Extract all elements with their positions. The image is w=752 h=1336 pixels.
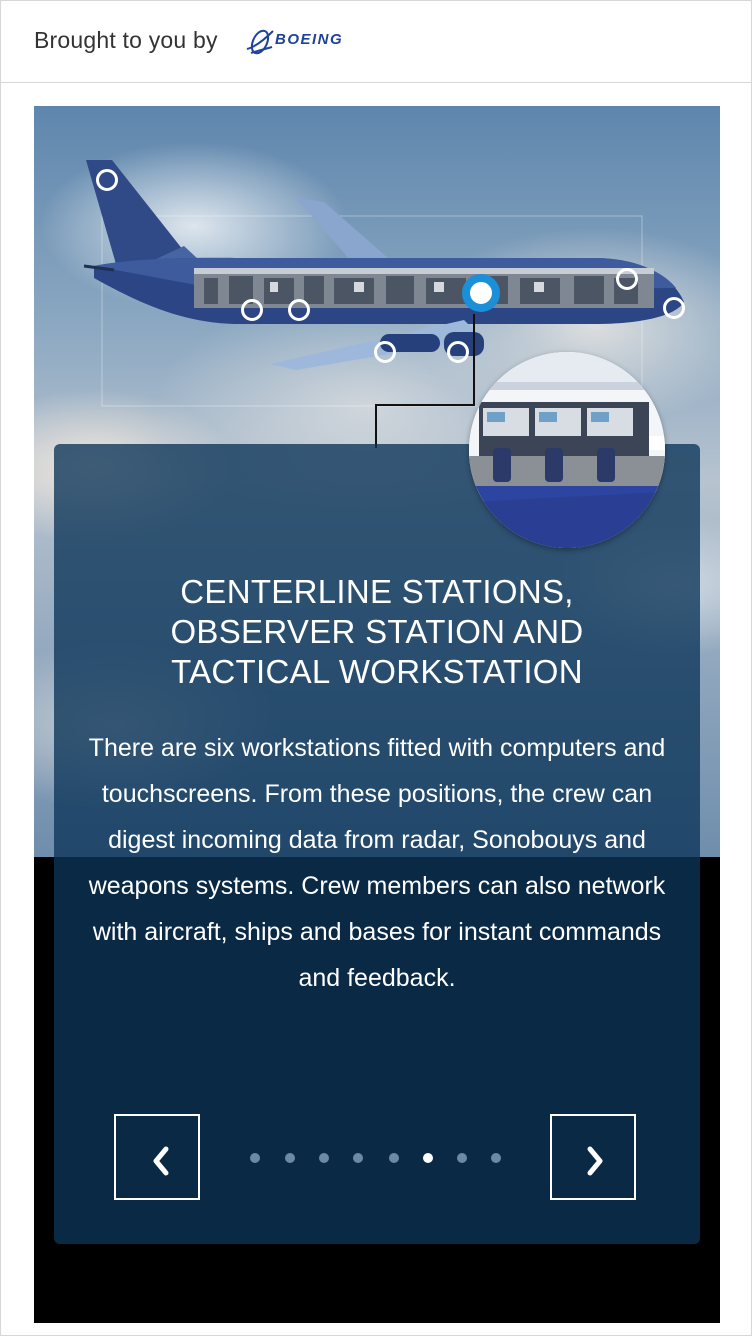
page-frame: Brought to you by BOEING CENTERLINE STAT… <box>0 0 752 1336</box>
workstation-image <box>469 352 665 548</box>
slide-dot-3[interactable] <box>319 1153 329 1163</box>
slide-dot-1[interactable] <box>250 1153 260 1163</box>
boeing-logo-icon <box>246 29 274 55</box>
hotspot-nose[interactable] <box>663 297 685 319</box>
hotspot-aft-cabin-2[interactable] <box>288 299 310 321</box>
slide-dot-7[interactable] <box>457 1153 467 1163</box>
hotspot-forward-cabin[interactable] <box>616 268 638 290</box>
sponsor-label: Brought to you by <box>34 27 218 53</box>
hotspot-aft-cabin-1[interactable] <box>241 299 263 321</box>
station-thumbnail <box>469 352 665 548</box>
connector-line <box>375 404 475 448</box>
hotspot-centerline-stations[interactable] <box>462 274 500 312</box>
slide-dot-5[interactable] <box>389 1153 399 1163</box>
previous-button[interactable] <box>114 1114 200 1200</box>
station-title: CENTERLINE STATIONS, OBSERVER STATION AN… <box>170 573 584 690</box>
sponsor-header: Brought to you by BOEING <box>1 1 751 83</box>
boeing-logo-text: BOEING <box>275 31 344 48</box>
hotspot-weapons-bay-2[interactable] <box>447 341 469 363</box>
slide-dot-6[interactable] <box>423 1153 433 1163</box>
slide-dot-4[interactable] <box>353 1153 363 1163</box>
hotspot-weapons-bay-1[interactable] <box>374 341 396 363</box>
boeing-logo[interactable]: BOEING <box>245 25 373 59</box>
slide-dot-8[interactable] <box>491 1153 501 1163</box>
station-description: There are six workstations fitted with c… <box>88 734 666 992</box>
hotspot-tail[interactable] <box>96 169 118 191</box>
next-button[interactable] <box>550 1114 636 1200</box>
slide-dot-2[interactable] <box>285 1153 295 1163</box>
aircraft-explorer: CENTERLINE STATIONS, OBSERVER STATION AN… <box>34 106 720 1323</box>
chevron-left-icon <box>153 1146 169 1176</box>
connector-line-vertical <box>473 314 475 404</box>
chevron-right-icon <box>587 1146 603 1176</box>
